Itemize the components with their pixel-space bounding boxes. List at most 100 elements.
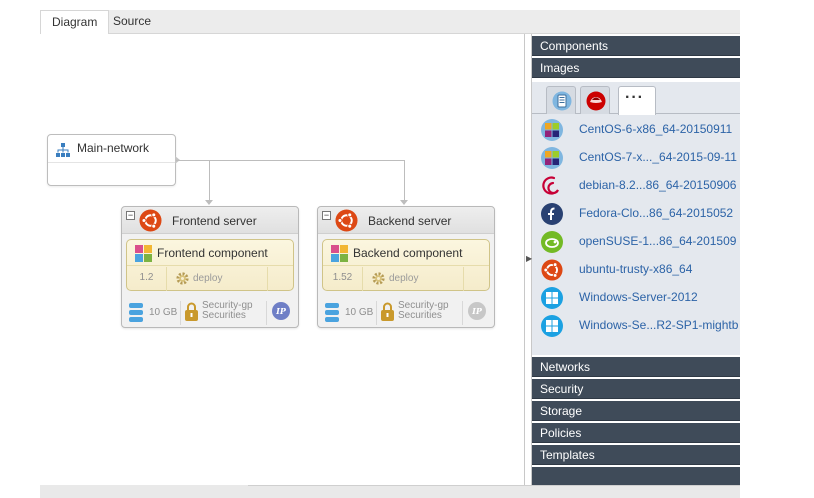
panel-splitter[interactable]: ▶ — [524, 34, 532, 485]
section-templates[interactable]: Templates — [532, 445, 740, 465]
network-node-header: Main-network — [48, 135, 175, 163]
server-title: Backend server — [368, 214, 452, 228]
centos-icon — [541, 119, 563, 141]
image-label: Windows-Se...R2-SP1-mightb — [579, 318, 739, 332]
component-version: 1.2 — [127, 267, 167, 291]
storage-size: 10 GB — [345, 307, 374, 318]
component-header: Frontend component — [127, 240, 293, 266]
server-frontend[interactable]: − Frontend server Frontend component 1.2… — [121, 206, 299, 328]
debian-icon — [542, 176, 560, 195]
image-item-opensuse[interactable]: openSUSE-1...86_64-201509 — [532, 227, 740, 255]
status-bar-line — [248, 485, 740, 486]
app-window: Diagram Source Main-network − Frontend s… — [40, 0, 740, 498]
image-label: Fedora-Clo...86_64-2015052 — [579, 206, 734, 220]
component-header: Backend component — [323, 240, 489, 266]
wire-to-frontend — [209, 160, 210, 200]
section-images[interactable]: Images — [532, 58, 740, 78]
fedora-icon — [541, 203, 563, 225]
image-label: debian-8.2...86_64-20150906 — [579, 178, 737, 192]
lock-icon — [185, 302, 198, 321]
footer-divider — [376, 301, 377, 325]
section-storage[interactable]: Storage — [532, 401, 740, 421]
gear-icon[interactable] — [175, 271, 190, 286]
collapse-toggle[interactable]: − — [322, 211, 331, 220]
opensuse-icon — [541, 231, 563, 253]
footer-divider — [180, 301, 181, 325]
view-tabs: Diagram Source — [40, 10, 740, 35]
server-header: − Frontend server — [122, 207, 298, 234]
image-label: Windows-Server-2012 — [579, 290, 698, 304]
ip-icon[interactable]: IP — [272, 302, 290, 320]
deploy-label[interactable]: deploy — [193, 273, 222, 284]
network-label: Main-network — [77, 141, 150, 155]
ubuntu-icon — [139, 209, 162, 232]
image-item-fedora[interactable]: Fedora-Clo...86_64-2015052 — [532, 199, 740, 227]
component-title: Frontend component — [157, 246, 268, 260]
image-item-ubuntu[interactable]: ubuntu-trusty-x86_64 — [532, 255, 740, 283]
wire-arrow-backend — [400, 200, 408, 205]
image-label: CentOS-6-x86_64-20150911 — [579, 122, 733, 136]
component-backend[interactable]: Backend component 1.52 deploy — [322, 239, 490, 291]
image-tab-document[interactable] — [546, 86, 576, 114]
component-divider — [463, 267, 464, 291]
images-section-body: ··· CentOS-6-x86_64-20150911 CentOS-7-x.… — [532, 82, 740, 355]
component-title: Backend component — [353, 246, 463, 260]
footer-divider — [462, 301, 463, 325]
wire-arrow-frontend — [205, 200, 213, 205]
ubuntu-icon — [541, 259, 563, 281]
server-footer: 10 GB Security-gp Securities IP — [122, 299, 298, 328]
image-item-centos-6[interactable]: CentOS-6-x86_64-20150911 — [532, 115, 740, 143]
image-label: openSUSE-1...86_64-201509 — [579, 234, 737, 248]
section-security[interactable]: Security — [532, 379, 740, 399]
image-tab-redhat[interactable] — [580, 86, 610, 114]
image-item-centos-7[interactable]: CentOS-7-x..._64-2015-09-11 — [532, 143, 740, 171]
storage-icon — [129, 303, 143, 322]
image-item-debian[interactable]: debian-8.2...86_64-20150906 — [532, 171, 740, 199]
more-icon: ··· — [625, 89, 644, 106]
deploy-label[interactable]: deploy — [389, 273, 418, 284]
network-wire — [176, 160, 405, 161]
collapse-toggle[interactable]: − — [126, 211, 135, 220]
windows-icon — [541, 315, 563, 337]
tab-diagram[interactable]: Diagram — [40, 10, 110, 35]
redhat-icon — [586, 91, 606, 111]
security-group-sub: Securities — [398, 310, 442, 321]
network-tree-icon — [56, 143, 70, 157]
section-components[interactable]: Components — [532, 36, 740, 56]
storage-icon — [325, 303, 339, 322]
ubuntu-icon — [335, 209, 358, 232]
image-tab-more[interactable]: ··· — [618, 86, 656, 115]
image-tabs: ··· — [532, 82, 740, 115]
status-bar — [40, 485, 740, 498]
ip-icon[interactable]: IP — [468, 302, 486, 320]
component-divider — [267, 267, 268, 291]
component-frontend[interactable]: Frontend component 1.2 deploy — [126, 239, 294, 291]
tab-source[interactable]: Source — [102, 10, 162, 34]
security-group-label: Security-gp Securities — [202, 301, 253, 321]
section-policies[interactable]: Policies — [532, 423, 740, 443]
security-group-sub: Securities — [202, 310, 246, 321]
storage-size: 10 GB — [149, 307, 178, 318]
section-networks[interactable]: Networks — [532, 357, 740, 377]
server-backend[interactable]: − Backend server Backend component 1.52 … — [317, 206, 495, 328]
component-version: 1.52 — [323, 267, 363, 291]
image-label: ubuntu-trusty-x86_64 — [579, 262, 693, 276]
document-icon — [552, 91, 572, 111]
top-band — [40, 0, 740, 10]
lock-icon — [381, 302, 394, 321]
server-header: − Backend server — [318, 207, 494, 234]
wire-to-backend — [404, 160, 405, 200]
network-node[interactable]: Main-network — [47, 134, 180, 186]
server-footer: 10 GB Security-gp Securities IP — [318, 299, 494, 328]
footer-divider — [266, 301, 267, 325]
image-label: CentOS-7-x..._64-2015-09-11 — [579, 150, 737, 164]
image-item-windows-r2[interactable]: Windows-Se...R2-SP1-mightb — [532, 311, 740, 339]
gear-icon[interactable] — [371, 271, 386, 286]
centos-icon — [541, 147, 563, 169]
puzzle-icon — [331, 245, 348, 262]
panel-footer-bar — [532, 467, 740, 485]
puzzle-icon — [135, 245, 152, 262]
diagram-canvas[interactable]: Main-network − Frontend server Frontend … — [40, 34, 524, 485]
image-item-windows-2012[interactable]: Windows-Server-2012 — [532, 283, 740, 311]
security-group-label: Security-gp Securities — [398, 301, 449, 321]
